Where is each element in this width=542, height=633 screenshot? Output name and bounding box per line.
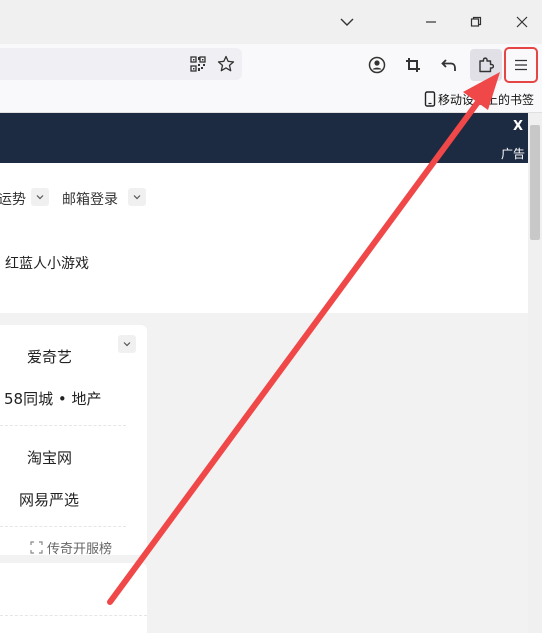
bookmarks-toolbar: 移动设备上的书签 bbox=[0, 86, 542, 113]
chevron-down-icon bbox=[36, 195, 44, 200]
sites-card-expand-toggle[interactable] bbox=[118, 335, 136, 353]
mail-login-link[interactable]: 邮箱登录 bbox=[62, 189, 118, 209]
secondary-card bbox=[0, 563, 147, 633]
ad-banner[interactable]: X 广告 bbox=[0, 113, 528, 163]
city58-link[interactable]: 58同城 • 地产 bbox=[4, 388, 101, 409]
minimize-button[interactable] bbox=[416, 8, 446, 36]
chevron-down-icon bbox=[123, 342, 131, 347]
expand-icon bbox=[30, 541, 43, 554]
chevron-down-icon bbox=[133, 195, 141, 200]
minimize-icon bbox=[426, 21, 436, 23]
list-all-tabs-button[interactable] bbox=[332, 8, 362, 36]
screenshot-button[interactable] bbox=[398, 50, 428, 80]
mobile-bookmarks-item[interactable]: 移动设备上的书签 bbox=[424, 89, 534, 109]
restore-icon bbox=[470, 16, 482, 27]
banner-close-button[interactable]: X bbox=[513, 119, 523, 134]
fortune-dropdown-toggle[interactable] bbox=[31, 188, 49, 206]
open-application-menu-button[interactable] bbox=[504, 47, 538, 83]
account-icon bbox=[368, 56, 386, 74]
mini-game-link[interactable]: 红蓝人小游戏 bbox=[5, 253, 89, 273]
restore-button[interactable] bbox=[461, 8, 491, 36]
url-bar[interactable] bbox=[0, 48, 242, 80]
extensions-icon bbox=[479, 57, 495, 73]
title-bar bbox=[0, 0, 542, 44]
ad-label: 广告 bbox=[500, 147, 525, 161]
web-page-content: X 广告 运势 邮箱登录 红蓝人小游戏 爱奇艺 58同城 • 地产 淘宝网 网易… bbox=[0, 113, 528, 633]
legend-servers-link[interactable]: 传奇开服榜 bbox=[30, 538, 112, 557]
hamburger-menu-icon bbox=[515, 59, 527, 71]
divider bbox=[0, 425, 126, 426]
undo-icon bbox=[441, 59, 456, 71]
star-icon bbox=[217, 55, 235, 72]
mobile-bookmarks-label: 移动设备上的书签 bbox=[437, 92, 534, 107]
close-window-button[interactable] bbox=[507, 8, 537, 36]
qr-code-icon bbox=[190, 56, 206, 72]
legend-servers-label: 传奇开服榜 bbox=[47, 542, 113, 557]
close-icon bbox=[516, 16, 528, 28]
account-button[interactable] bbox=[362, 50, 392, 80]
qr-code-button[interactable] bbox=[183, 49, 213, 79]
extensions-button[interactable] bbox=[470, 49, 502, 81]
bookmark-star-button[interactable] bbox=[211, 49, 241, 79]
undo-button[interactable] bbox=[434, 50, 464, 80]
page-scrollbar-thumb[interactable] bbox=[530, 125, 540, 240]
mobile-device-icon bbox=[424, 91, 436, 107]
mail-login-dropdown-toggle[interactable] bbox=[128, 188, 146, 206]
sites-card: 爱奇艺 58同城 • 地产 淘宝网 网易严选 传奇开服榜 bbox=[0, 325, 147, 557]
top-nav-panel: 运势 邮箱登录 红蓝人小游戏 bbox=[0, 163, 528, 313]
fortune-link[interactable]: 运势 bbox=[0, 189, 26, 209]
divider bbox=[0, 526, 126, 527]
crop-screenshot-icon bbox=[406, 58, 420, 72]
taobao-link[interactable]: 淘宝网 bbox=[27, 447, 72, 468]
chevron-down-icon bbox=[340, 18, 354, 26]
iqiyi-link[interactable]: 爱奇艺 bbox=[27, 346, 72, 367]
divider bbox=[0, 615, 147, 616]
netease-yanxuan-link[interactable]: 网易严选 bbox=[19, 489, 79, 510]
